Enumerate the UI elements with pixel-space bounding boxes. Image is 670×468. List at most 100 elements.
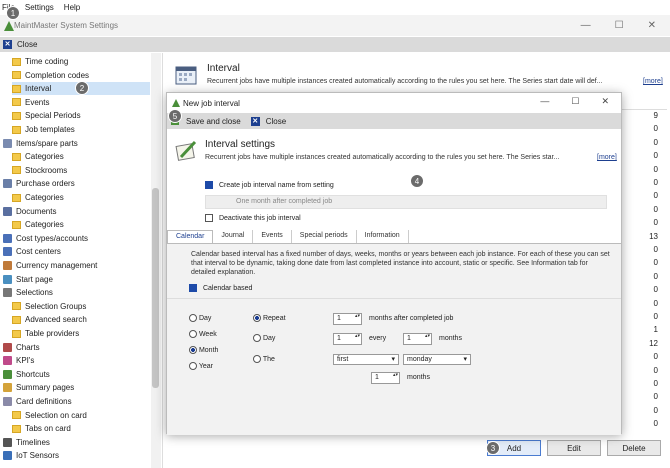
save-and-close-button[interactable]: Save and close [186,117,241,126]
sidebar-item[interactable]: IoT Sensors [3,449,59,462]
row-count: 13 [649,231,658,241]
sidebar-item[interactable]: Selection Groups [12,300,86,313]
day-number-stepper[interactable]: 1 [333,333,362,345]
every-months-stepper[interactable]: 1 [403,333,432,345]
folder-icon [12,166,21,175]
sidebar-item[interactable]: Categories [12,150,64,163]
create-name-checkbox[interactable] [205,181,213,189]
sidebar-item-label: Events [25,97,50,107]
dialog-close-button[interactable]: Close [266,117,286,126]
sidebar-item[interactable]: Advanced search [12,313,87,326]
deactivate-checkbox[interactable] [205,214,213,222]
selections-icon [3,288,12,298]
row-count: 0 [653,405,658,415]
unit-day-option[interactable]: Day [189,314,211,322]
tab-events[interactable]: Events [253,230,292,243]
sidebar-item[interactable]: KPI's [3,354,34,367]
mode-repeat-option[interactable]: Repeat [253,314,286,322]
scrollbar-thumb[interactable] [152,188,159,388]
sidebar-item-label: Summary pages [16,383,75,393]
dialog-close-x-icon[interactable]: ✕ [250,116,260,126]
cost-icon [3,247,12,257]
sidebar-item[interactable]: Special Periods [12,109,81,122]
sidebar-item[interactable]: Purchase orders [3,177,75,190]
mode-day-option[interactable]: Day [253,334,275,342]
unit-year-option[interactable]: Year [189,362,213,370]
sidebar-item[interactable]: Categories [12,191,64,204]
create-name-label: Create job interval name from setting [218,181,334,189]
iot-icon [3,451,12,461]
sidebar-item[interactable]: Start page [3,273,53,286]
the-months-stepper[interactable]: 1 [371,372,400,384]
sidebar-item[interactable]: Documents [3,205,56,218]
close-window-icon[interactable]: ✕ [648,20,656,31]
sidebar-item[interactable]: Completion codes [12,69,89,82]
sidebar-item[interactable]: Items/spare parts [3,137,78,150]
sidebar-item-label: KPI's [16,356,35,366]
unit-week-option[interactable]: Week [189,330,217,338]
sidebar-item[interactable]: Charts [3,341,40,354]
repeat-months-stepper[interactable]: 1 [333,313,362,325]
mode-the-option[interactable]: The [253,355,275,363]
sidebar-item[interactable]: Stockrooms [12,164,67,177]
window-title: MaintMaster System Settings [14,21,119,30]
row-count: 0 [653,298,658,308]
tab-special-periods[interactable]: Special periods [292,230,357,243]
startpage-icon [3,274,12,284]
dialog-more-link[interactable]: [more] [597,154,617,161]
tab-journal[interactable]: Journal [213,230,254,243]
more-link[interactable]: [more] [643,78,663,85]
calendar-based-checkbox[interactable] [189,284,197,292]
dialog-heading: Interval settings [205,139,276,150]
sidebar-item-label: Advanced search [25,315,87,325]
sidebar-item[interactable]: Table providers [12,327,79,340]
menu-settings[interactable]: Settings [25,3,54,12]
sidebar-item-label: Card definitions [16,397,72,406]
page-description: Recurrent jobs have multiple instances c… [207,78,603,85]
dialog-close-icon[interactable]: ✕ [601,96,609,107]
sidebar-item[interactable]: Job templates [12,123,75,136]
folder-icon [12,57,21,66]
minimize-icon[interactable]: — [581,20,591,31]
unit-month-option[interactable]: Month [189,346,218,354]
the-weekday-select[interactable]: monday [403,354,471,365]
sidebar-item[interactable]: Events [12,96,49,109]
sidebar-item-label: Items/spare parts [16,138,78,148]
sidebar-item[interactable]: Shortcuts [3,368,50,381]
sidebar-item[interactable]: Cost centers [3,245,61,258]
menu-help[interactable]: Help [64,3,80,12]
sidebar-item[interactable]: Cost types/accounts [3,232,88,245]
dialog-maximize-icon[interactable]: ☐ [571,96,579,107]
row-count: 0 [653,365,658,375]
edit-button[interactable]: Edit [547,440,601,456]
tab-information[interactable]: Information [357,230,409,243]
step-marker-5: 5 [168,109,182,123]
sidebar-item-label: Selection on card [25,410,87,420]
folder-icon [12,84,21,93]
maximize-icon[interactable]: ☐ [615,20,624,31]
sidebar-item-label: Categories [25,220,64,230]
tab-calendar[interactable]: Calendar [167,230,214,243]
sidebar-item[interactable]: Time coding [12,55,68,68]
dialog-minimize-icon[interactable]: — [540,96,549,107]
sidebar-item[interactable]: Tabs on card [12,422,71,435]
menu-bar: File Settings Help [0,0,670,15]
sidebar-item-label: Stockrooms [25,165,68,175]
cart-icon [3,179,12,189]
sidebar-item[interactable]: Selection on card [12,409,87,422]
sidebar-item[interactable]: Selections [3,286,53,299]
delete-button[interactable]: Delete [607,440,661,456]
sidebar-item[interactable]: Card definitions [3,395,72,408]
sidebar-item[interactable]: Summary pages [3,381,74,394]
the-ordinal-select[interactable]: first [333,354,399,365]
row-count: 0 [653,151,658,161]
sidebar-item-label: Timelines [16,437,50,447]
sidebar-item[interactable]: Currency management [3,259,97,272]
interval-name-field[interactable]: One month after completed job [205,195,607,209]
close-icon[interactable]: ✕ [3,40,12,49]
kpi-icon [3,356,12,366]
close-button[interactable]: Close [17,40,37,49]
tools-icon [3,138,12,148]
sidebar-item[interactable]: Timelines [3,436,50,449]
sidebar-item[interactable]: Categories [12,218,64,231]
